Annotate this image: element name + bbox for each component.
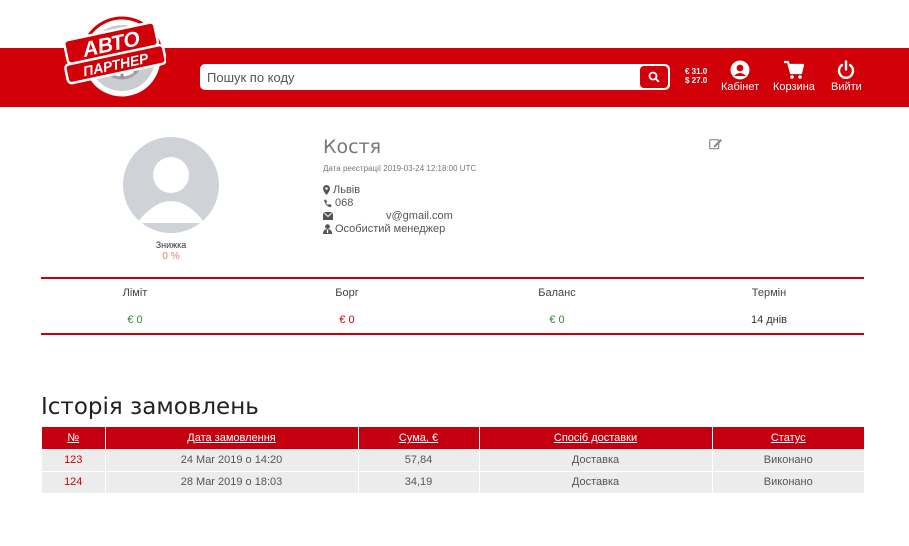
col-date[interactable]: Дата замовлення bbox=[105, 427, 359, 449]
search-icon bbox=[648, 71, 660, 83]
col-status[interactable]: Статус bbox=[712, 427, 864, 449]
order-status: Виконано bbox=[712, 471, 864, 494]
table-row[interactable]: 124 28 Mar 2019 о 18:03 34,19 Доставка В… bbox=[42, 471, 864, 494]
logout-button[interactable]: Вийти bbox=[831, 60, 862, 93]
edit-icon bbox=[709, 139, 722, 150]
order-sum: 34,19 bbox=[358, 471, 480, 494]
map-marker-icon bbox=[323, 185, 330, 195]
rate-usd: $ 27.0 bbox=[685, 76, 708, 85]
power-icon bbox=[838, 60, 855, 79]
orders-table: № Дата замовлення Сума, € Спосіб доставк… bbox=[42, 427, 864, 494]
order-status: Виконано bbox=[712, 449, 864, 472]
cabinet-button[interactable]: Кабінет bbox=[721, 60, 759, 93]
edit-profile-button[interactable] bbox=[709, 137, 723, 155]
cart-label: Корзина bbox=[773, 81, 815, 93]
user-icon bbox=[730, 60, 750, 80]
manager-icon bbox=[323, 224, 332, 234]
info-email: v@gmail.com bbox=[323, 210, 453, 222]
stat-limit-value: € 0 bbox=[127, 314, 143, 326]
page: АВТО ПАРТНЕР € 31.0 $ 27.0 Кабінет bbox=[0, 0, 909, 546]
city-text: Львів bbox=[333, 184, 361, 196]
order-number-link[interactable]: 123 bbox=[42, 449, 106, 472]
info-manager: Особистий менеджер bbox=[323, 223, 445, 235]
manager-text: Особистий менеджер bbox=[335, 223, 446, 235]
info-city: Львів bbox=[323, 184, 360, 196]
order-number-link[interactable]: 124 bbox=[42, 471, 106, 494]
avatar-placeholder-icon bbox=[137, 157, 205, 223]
cart-icon bbox=[783, 60, 805, 79]
table-row[interactable]: 123 24 Mar 2019 о 14:20 57,84 Доставка В… bbox=[42, 449, 864, 472]
order-sum: 57,84 bbox=[358, 449, 480, 472]
col-sum[interactable]: Сума, € bbox=[358, 427, 480, 449]
history-title: Історія замовлень bbox=[41, 394, 259, 420]
orders-header-row: № Дата замовлення Сума, € Спосіб доставк… bbox=[42, 427, 864, 449]
rate-eur: € 31.0 bbox=[685, 67, 708, 76]
cart-button[interactable]: Корзина bbox=[773, 60, 815, 93]
col-delivery[interactable]: Спосіб доставки bbox=[479, 427, 713, 449]
user-name: Костя bbox=[323, 136, 382, 158]
phone-text: 068 bbox=[335, 197, 354, 209]
phone-icon bbox=[324, 199, 332, 207]
stat-balance-label: Баланс bbox=[538, 287, 576, 299]
stat-limit-label: Ліміт bbox=[122, 287, 148, 299]
search-button[interactable] bbox=[640, 66, 668, 88]
stat-term-label: Термін bbox=[751, 287, 787, 299]
search-bar bbox=[200, 64, 670, 90]
order-date: 28 Mar 2019 о 18:03 bbox=[105, 471, 359, 494]
order-delivery: Доставка bbox=[479, 471, 713, 494]
email-text: v@gmail.com bbox=[386, 210, 453, 222]
order-delivery: Доставка bbox=[479, 449, 713, 472]
currency-rates: € 31.0 $ 27.0 bbox=[685, 67, 707, 85]
stat-debt-label: Борг bbox=[335, 287, 359, 299]
logo-graphic: АВТО ПАРТНЕР bbox=[63, 16, 167, 100]
col-number[interactable]: № bbox=[42, 427, 106, 449]
logo[interactable]: АВТО ПАРТНЕР bbox=[60, 14, 167, 100]
discount-value: 0 % bbox=[162, 251, 180, 262]
stats-top-divider bbox=[41, 277, 864, 279]
search-input[interactable] bbox=[200, 64, 630, 90]
discount-label: Знижка bbox=[155, 240, 187, 250]
envelope-icon bbox=[323, 212, 333, 220]
registration-date: Дата реєстрації 2019-03-24 12:18:00 UTC bbox=[323, 164, 477, 173]
stat-balance-value: € 0 bbox=[549, 314, 565, 326]
stat-term-value: 14 днів bbox=[750, 314, 788, 326]
info-phone: 068 bbox=[323, 197, 353, 209]
logout-label: Вийти bbox=[831, 81, 862, 93]
stats-bottom-divider bbox=[41, 333, 864, 335]
cabinet-label: Кабінет bbox=[721, 81, 760, 93]
order-date: 24 Mar 2019 о 14:20 bbox=[105, 449, 359, 472]
avatar bbox=[123, 137, 219, 233]
stat-debt-value: € 0 bbox=[339, 314, 355, 326]
